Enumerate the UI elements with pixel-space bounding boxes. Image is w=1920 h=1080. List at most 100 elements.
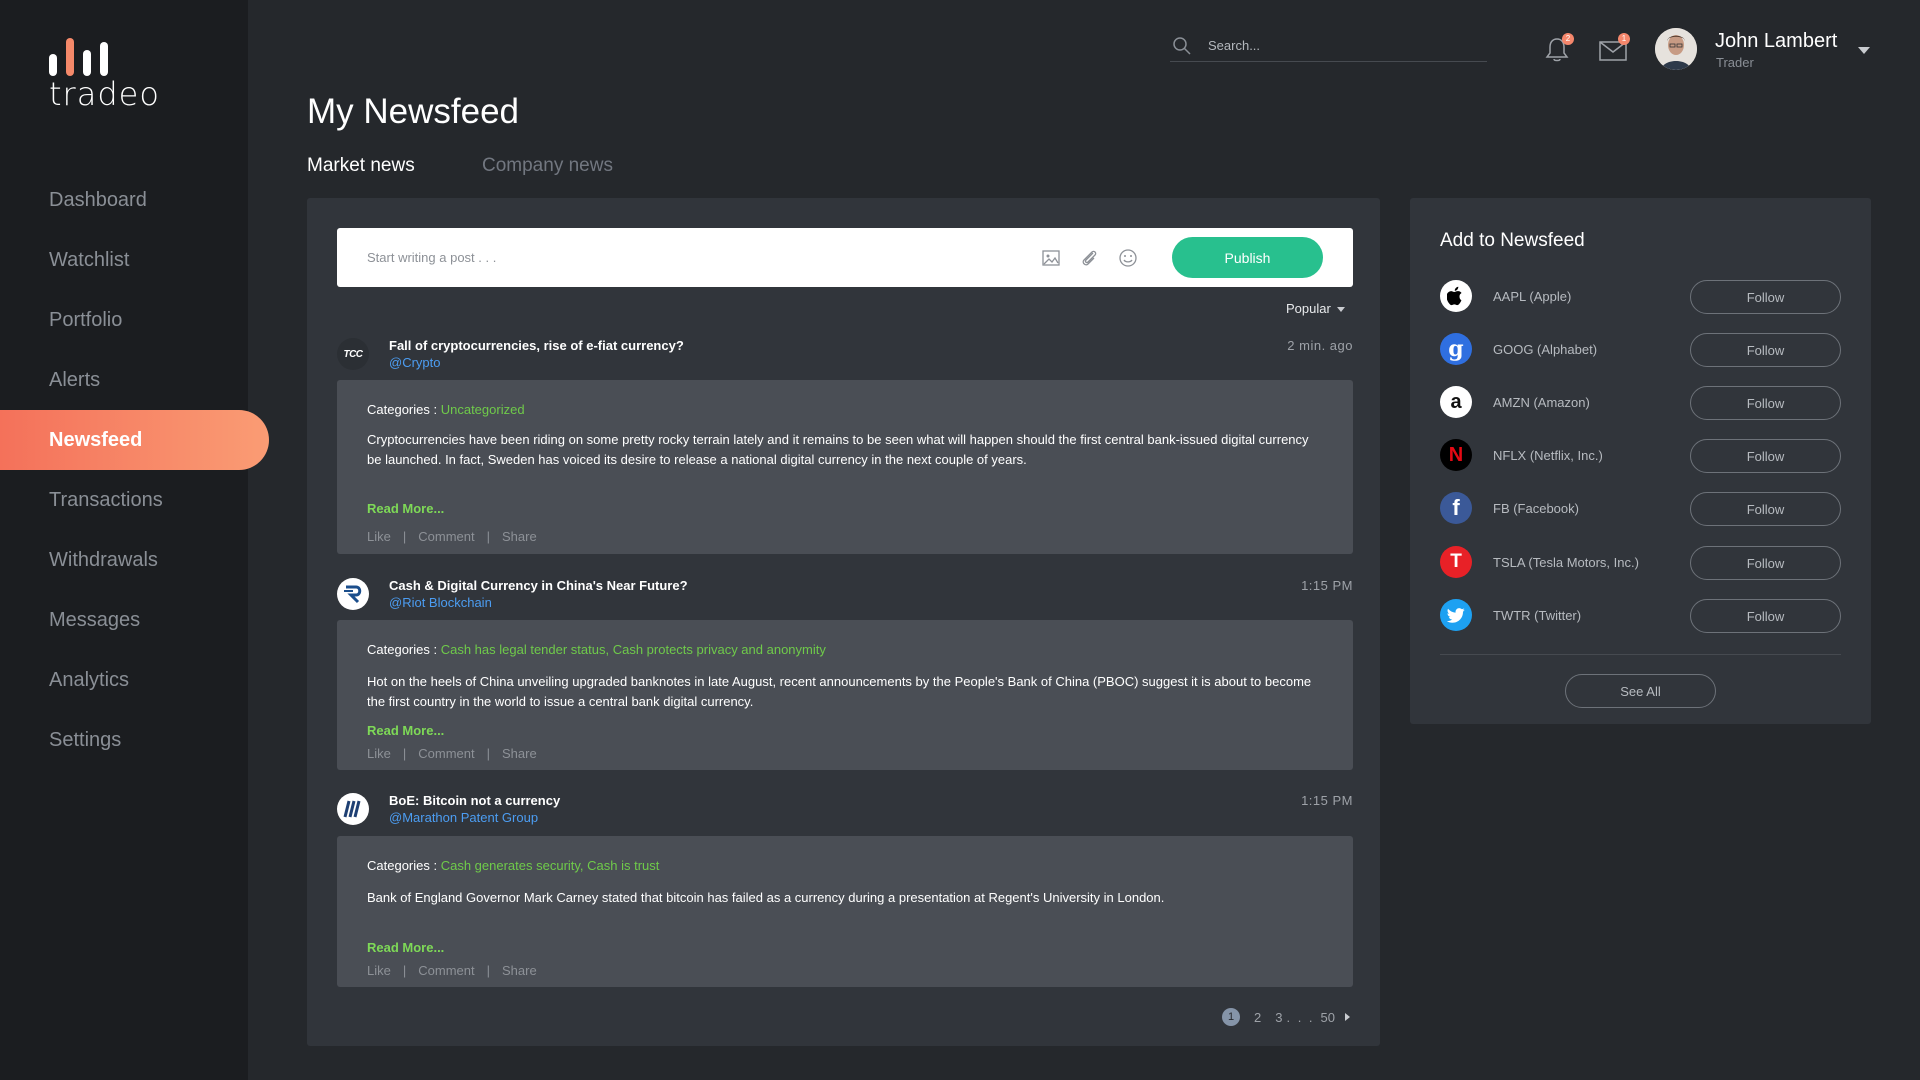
- post-logo-text: TCC: [343, 348, 363, 360]
- follow-button[interactable]: Follow: [1690, 280, 1841, 314]
- like-button[interactable]: Like: [367, 963, 391, 978]
- user-role: Trader: [1716, 55, 1754, 70]
- post-handle[interactable]: @Riot Blockchain: [389, 595, 492, 610]
- post-header: BoE: Bitcoin not a currency @Marathon Pa…: [337, 793, 1353, 833]
- follow-button[interactable]: Follow: [1690, 492, 1841, 526]
- share-button[interactable]: Share: [502, 529, 537, 544]
- stock-name: FB (Facebook): [1493, 501, 1579, 516]
- marathon-logo-icon[interactable]: [337, 793, 369, 825]
- sidebar-item-analytics[interactable]: Analytics: [0, 650, 248, 710]
- add-to-newsfeed-panel: Add to Newsfeed AAPL (Apple) Follow g GO…: [1410, 198, 1871, 724]
- stock-row: T TSLA (Tesla Motors, Inc.) Follow: [1440, 546, 1841, 580]
- categories-value[interactable]: Cash has legal tender status, Cash prote…: [441, 642, 826, 657]
- sidebar-item-messages[interactable]: Messages: [0, 590, 248, 650]
- sidebar-item-newsfeed[interactable]: Newsfeed: [0, 410, 269, 470]
- divider: |: [402, 529, 407, 544]
- post-time: 2 min. ago: [1287, 338, 1353, 353]
- post-categories: Categories : Uncategorized: [367, 402, 525, 417]
- like-button[interactable]: Like: [367, 529, 391, 544]
- follow-button[interactable]: Follow: [1690, 599, 1841, 633]
- sidebar-item-portfolio[interactable]: Portfolio: [0, 290, 248, 350]
- tab-market-news[interactable]: Market news: [307, 155, 415, 177]
- comment-button[interactable]: Comment: [418, 529, 474, 544]
- read-more-link[interactable]: Read More...: [367, 501, 444, 516]
- stock-row: AAPL (Apple) Follow: [1440, 280, 1841, 314]
- post-composer[interactable]: Start writing a post . . . Publish: [337, 228, 1353, 287]
- page-link-last[interactable]: 50: [1321, 1010, 1335, 1025]
- follow-button[interactable]: Follow: [1690, 333, 1841, 367]
- amazon-icon: a: [1440, 386, 1472, 418]
- avatar[interactable]: [1655, 28, 1697, 70]
- sidebar-item-withdrawals[interactable]: Withdrawals: [0, 530, 248, 590]
- messages-button[interactable]: 1: [1598, 33, 1630, 64]
- post-actions: Like | Comment | Share: [367, 963, 537, 978]
- categories-label: Categories :: [367, 402, 438, 417]
- follow-button[interactable]: Follow: [1690, 439, 1841, 473]
- post-handle[interactable]: @Crypto: [389, 355, 441, 370]
- search-input[interactable]: [1208, 38, 1468, 53]
- page-ellipsis: . . .: [1286, 1009, 1315, 1025]
- chevron-down-icon[interactable]: [1858, 47, 1870, 54]
- sidebar-item-alerts[interactable]: Alerts: [0, 350, 248, 410]
- post-title[interactable]: Fall of cryptocurrencies, rise of e-fiat…: [389, 338, 684, 353]
- divider: |: [486, 529, 490, 544]
- comment-button[interactable]: Comment: [418, 963, 474, 978]
- post-title[interactable]: BoE: Bitcoin not a currency: [389, 793, 560, 808]
- paperclip-icon[interactable]: [1078, 247, 1100, 269]
- chevron-right-icon[interactable]: [1345, 1013, 1350, 1021]
- follow-button[interactable]: Follow: [1690, 546, 1841, 580]
- sidebar-item-watchlist[interactable]: Watchlist: [0, 230, 248, 290]
- pagination: 1 2 3 . . . 50: [1222, 1008, 1350, 1026]
- categories-value[interactable]: Uncategorized: [441, 402, 525, 417]
- post-body: Bank of England Governor Mark Carney sta…: [367, 890, 1165, 905]
- image-icon[interactable]: [1040, 247, 1062, 269]
- divider: [1440, 654, 1841, 655]
- page-link[interactable]: 2: [1254, 1010, 1261, 1025]
- user-name[interactable]: John Lambert: [1715, 30, 1837, 53]
- post-handle[interactable]: @Marathon Patent Group: [389, 810, 538, 825]
- post-card: Categories : Cash has legal tender statu…: [337, 620, 1353, 770]
- notifications-badge: 2: [1562, 33, 1574, 45]
- sidebar-item-settings[interactable]: Settings: [0, 710, 248, 770]
- riot-blockchain-logo-icon[interactable]: [337, 578, 369, 610]
- categories-value[interactable]: Cash generates security, Cash is trust: [441, 858, 660, 873]
- read-more-link[interactable]: Read More...: [367, 723, 444, 738]
- sidebar-item-transactions[interactable]: Transactions: [0, 470, 248, 530]
- follow-button[interactable]: Follow: [1690, 386, 1841, 420]
- post-categories: Categories : Cash generates security, Ca…: [367, 858, 659, 873]
- stock-row: g GOOG (Alphabet) Follow: [1440, 333, 1841, 367]
- tab-company-news[interactable]: Company news: [482, 155, 613, 177]
- post-title[interactable]: Cash & Digital Currency in China's Near …: [389, 578, 688, 593]
- notifications-button[interactable]: 2: [1544, 33, 1574, 64]
- like-button[interactable]: Like: [367, 746, 391, 761]
- page-link[interactable]: 3: [1275, 1010, 1282, 1025]
- twitter-icon: [1440, 599, 1472, 631]
- divider: |: [402, 746, 407, 761]
- sort-dropdown[interactable]: Popular: [1286, 301, 1345, 316]
- amazon-glyph: a: [1450, 390, 1462, 413]
- emoji-icon[interactable]: [1117, 247, 1139, 269]
- crypto-logo-icon[interactable]: TCC: [337, 338, 369, 370]
- tradeo-logo[interactable]: tradeo: [49, 38, 160, 110]
- publish-button[interactable]: Publish: [1172, 237, 1323, 278]
- apple-icon: [1440, 280, 1472, 312]
- read-more-link[interactable]: Read More...: [367, 940, 444, 955]
- divider: |: [486, 746, 490, 761]
- search-icon[interactable]: [1172, 36, 1192, 56]
- netflix-icon: N: [1440, 439, 1472, 471]
- search-bar: [1170, 30, 1487, 62]
- share-button[interactable]: Share: [502, 963, 537, 978]
- post-categories: Categories : Cash has legal tender statu…: [367, 642, 826, 657]
- see-all-button[interactable]: See All: [1565, 674, 1716, 708]
- sidebar-item-dashboard[interactable]: Dashboard: [0, 170, 248, 230]
- page-current[interactable]: 1: [1222, 1008, 1240, 1026]
- post-body: Hot on the heels of China unveiling upgr…: [367, 674, 1312, 709]
- post-card: Categories : Cash generates security, Ca…: [337, 836, 1353, 987]
- stock-row: N NFLX (Netflix, Inc.) Follow: [1440, 439, 1841, 473]
- logo-wordmark: tradeo: [49, 75, 160, 113]
- divider: |: [402, 963, 407, 978]
- share-button[interactable]: Share: [502, 746, 537, 761]
- post-body: Cryptocurrencies have been riding on som…: [367, 432, 1309, 467]
- comment-button[interactable]: Comment: [418, 746, 474, 761]
- post-input[interactable]: Start writing a post . . .: [367, 250, 496, 265]
